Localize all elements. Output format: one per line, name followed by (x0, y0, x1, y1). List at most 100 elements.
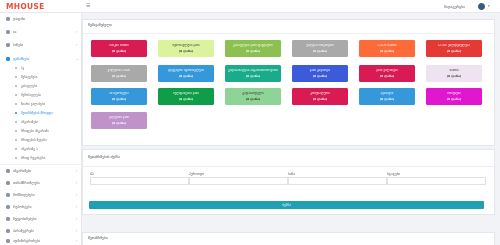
sidebar: დაფანი ია › ბინები › ფინანსები ⌄ ბკ შენა… (0, 13, 82, 245)
apartment-select[interactable] (288, 177, 387, 185)
sidebar-subitem[interactable]: შრიფები ანგარიში (0, 127, 82, 135)
chevron-right-icon: › (76, 181, 78, 185)
bullet-icon (15, 103, 17, 105)
bell-icon (6, 217, 10, 221)
sidebar-item-suppliers[interactable]: მომწოდებები › (0, 191, 82, 199)
tile-value: (0 ლარი) (312, 48, 328, 53)
tile-name: გასავლები ჯამი ფაქტიური (233, 44, 273, 48)
sidebar-item-apartments[interactable]: ბინები › (0, 41, 82, 49)
sidebar-subitem[interactable]: შემოსავლები (0, 91, 82, 99)
summary-tile[interactable]: ვალების ჯამი (0 ლარი) (91, 112, 147, 129)
summary-tile[interactable]: ჯამი გადახდა (0 ლარი) (292, 65, 348, 82)
tile-value: (0 ლარი) (245, 73, 261, 78)
summary-tile[interactable]: ხელფასების ჯამი (0 ლარი) (158, 88, 214, 105)
tile-name: კომუნალური (310, 92, 330, 96)
list-card: შეთანხმები (82, 232, 495, 245)
list-title: შეთანხმები (88, 236, 108, 240)
summary-tile[interactable]: ავანსები (0 ლარი) (359, 88, 415, 105)
summary-tile[interactable]: ბანკის ნაშთი (0 ლარი) (91, 40, 147, 57)
summary-tile[interactable]: კომუნალური (0 ლარი) (292, 88, 348, 105)
tile-value: (0 ლარი) (111, 48, 127, 53)
summary-tile[interactable]: ვალების CODE (0 ლარი) (91, 65, 147, 82)
status-select[interactable] (387, 177, 486, 185)
summary-tile[interactable]: ფაქტიური შემოსავლები (0 ლარი) (158, 65, 214, 82)
summary-tile[interactable]: ვალები ბინებიდან (0 ლარი) (292, 40, 348, 57)
summary-tile[interactable]: ას შემოსვლა (0 ლარი) (91, 88, 147, 105)
divider (83, 166, 496, 167)
sidebar-subitem[interactable]: ანგარიშგ 1 (0, 145, 82, 153)
bullet-icon (15, 148, 17, 150)
id-input[interactable] (90, 177, 189, 185)
users-icon (6, 181, 10, 185)
chevron-right-icon: › (76, 205, 78, 209)
list-icon[interactable]: ☰ (86, 4, 91, 9)
chevron-down-icon: ⌄ (76, 57, 79, 61)
tile-value: (0 ლარი) (111, 96, 127, 101)
sidebar-subitem[interactable]: შენატენები (0, 73, 82, 81)
tile-name: ვალების CODE (107, 69, 131, 73)
chevron-right-icon: › (76, 43, 78, 47)
sidebar-subitem[interactable]: შრიფების შეტანა (0, 136, 82, 144)
tile-value: (0 ლარი) (178, 48, 194, 53)
summary-tile[interactable]: CODE ვალდებულება (0 ლარი) (426, 40, 482, 57)
bullet-icon (15, 130, 17, 132)
summary-tile[interactable]: შემოსავლები ჯამი (0 ლარი) (158, 40, 214, 57)
summary-title: შემაჯამებელი (88, 23, 112, 27)
bullet-icon (15, 94, 17, 96)
status-label: სტატუსი (387, 172, 401, 176)
user-name[interactable]: შიდაგერცხი (444, 5, 465, 9)
tile-name: ნაშთი (449, 69, 459, 73)
search-button[interactable]: ძებნა (89, 201, 484, 209)
sidebar-item-1[interactable]: ია › (0, 28, 82, 36)
id-label: ID (90, 172, 94, 176)
sidebar-subitem[interactable]: შრიფ რეგისტრი (0, 154, 82, 162)
tile-name: CODE ვალდებულება (438, 44, 470, 48)
bullet-icon (15, 67, 17, 69)
folder-icon (6, 30, 10, 34)
sidebar-item-admin[interactable]: ადმინისტრირება › (0, 237, 82, 245)
tile-value: (0 ლარი) (312, 73, 328, 78)
summary-tile[interactable]: ბონუსები (0 ლარი) (426, 88, 482, 105)
building-icon (6, 43, 10, 47)
tile-value: (0 ლარი) (379, 96, 395, 101)
tile-name: ას შემოსვლა (109, 92, 129, 96)
bullet-icon (15, 121, 17, 123)
tile-value: (0 ლარი) (446, 96, 462, 101)
sidebar-item-finances[interactable]: ფინანსები ⌄ (0, 55, 82, 63)
avatar[interactable] (478, 2, 485, 10)
summary-tile[interactable]: გადასახადები ანგარიშსწორებით (0 ლარი) (225, 65, 281, 82)
sidebar-item-notifications[interactable]: შეტყობინებები › (0, 215, 82, 223)
period-input[interactable] (189, 177, 288, 185)
chevron-down-icon[interactable]: ▾ (488, 4, 490, 8)
sidebar-subitem[interactable]: ზიარი ვალისები (0, 100, 82, 108)
sidebar-item-staff[interactable]: თანამშრომლები › (0, 179, 82, 187)
sidebar-item-settings[interactable]: პარამეტრები › (0, 227, 82, 235)
sidebar-item-dashboard[interactable]: დაფანი (0, 15, 82, 23)
divider (0, 164, 82, 165)
sidebar-item-label: ია (13, 30, 17, 34)
sidebar-item-accounts[interactable]: ანგარიშები › (0, 167, 82, 175)
sidebar-subitem[interactable]: ანგარიშები (0, 118, 82, 126)
sidebar-subitem[interactable]: ბკ (0, 64, 82, 72)
tile-value: (0 ლარი) (379, 48, 395, 53)
bullet-icon (15, 76, 17, 78)
tile-name: ფაქტიური შემოსავლები (167, 69, 205, 73)
sidebar-subitem[interactable]: გასავლები (0, 82, 82, 90)
sidebar-subitem-current[interactable]: შეთანხმების შრიფდი (0, 109, 82, 117)
summary-tile[interactable]: გადასახდელი (0 ლარი) (225, 88, 281, 105)
summary-tile[interactable]: ჯამი ვალისები (0 ლარი) (359, 65, 415, 82)
tile-name: შემოსავლები ჯამი (172, 44, 200, 48)
apartment-label: ბინა (288, 172, 296, 176)
summary-tile[interactable]: ნაშთი (0 ლარი) (426, 65, 482, 82)
gear-icon (6, 229, 10, 233)
home-icon (6, 17, 10, 21)
summary-tile[interactable]: CODE ნაშთი (0 ლარი) (359, 40, 415, 57)
tile-value: (0 ლარი) (178, 73, 194, 78)
app-logo[interactable]: MHOUSE (6, 2, 45, 11)
tile-name: ჯამი ვალისები (376, 69, 398, 73)
sidebar-item-label: დაფანი (13, 17, 26, 21)
sidebar-item-reports[interactable]: რეპორტები › (0, 203, 82, 211)
bullet-icon (15, 157, 17, 159)
summary-tile[interactable]: გასავლები ჯამი ფაქტიური (0 ლარი) (225, 40, 281, 57)
tile-value: (0 ლარი) (379, 73, 395, 78)
